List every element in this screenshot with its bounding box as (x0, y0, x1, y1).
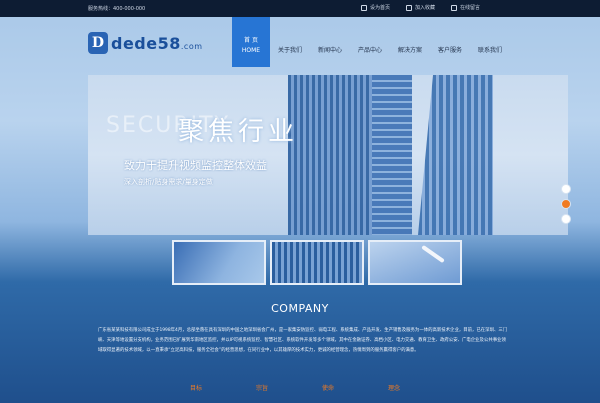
logo-suffix: .com (180, 41, 203, 51)
nav-home-en: HOME (241, 47, 261, 54)
slider-dots (561, 184, 571, 224)
link-concept[interactable]: 理念 (388, 383, 400, 392)
banner-subtitle: 致力于提升视频监控整体效益 (124, 159, 267, 172)
slider-dot[interactable] (561, 184, 571, 194)
building-image (372, 75, 412, 235)
thumbnail-building[interactable] (270, 240, 364, 285)
link-mission[interactable]: 使命 (322, 383, 334, 392)
thumbnail-sky[interactable] (172, 240, 266, 285)
nav-item-products[interactable]: 产品中心 (350, 17, 390, 67)
nav-item-solutions[interactable]: 解决方案 (390, 17, 430, 67)
link-purpose[interactable]: 宗旨 (256, 383, 268, 392)
add-favorite-label: 加入收藏 (414, 5, 435, 11)
nav-item-home[interactable]: 首 页 HOME (232, 17, 270, 67)
header: D dede58.com 首 页 HOME 关于我们 新闻中心 产品中心 解决方… (0, 17, 600, 67)
nav-item-news[interactable]: 新闻中心 (310, 17, 350, 67)
nav-item-contact[interactable]: 联系我们 (470, 17, 510, 67)
online-message-label: 在线留言 (459, 5, 480, 11)
online-message-link[interactable]: 在线留言 (450, 4, 480, 11)
building-image (288, 75, 372, 235)
nav-item-service[interactable]: 客户服务 (430, 17, 470, 67)
bookmark-icon (405, 4, 412, 11)
hotline-text: 服务热线：400-000-000 (88, 6, 146, 12)
banner-subtitle-2: 深入剖析/贴身需求/量身定做 (124, 178, 213, 186)
top-links: 设为首页 加入收藏 在线留言 (360, 4, 480, 11)
hero-banner[interactable]: SECURITY 聚焦行业 致力于提升视频监控整体效益 深入剖析/贴身需求/量身… (88, 75, 568, 235)
company-intro: 广东省某某科技有限公司成立于1998年4月，总部坐落在具有深圳的中国之地深圳省会… (98, 328, 508, 353)
nav-home-label: 首 页 (244, 37, 258, 44)
logo[interactable]: D dede58.com (88, 32, 203, 54)
thumbnail-strip (172, 240, 462, 285)
logo-text: dede58.com (111, 34, 203, 53)
slider-dot[interactable] (561, 214, 571, 224)
bottom-links: 目标 宗旨 使命 理念 (190, 383, 400, 392)
home-icon (360, 4, 367, 11)
slider-dot-active[interactable] (561, 199, 571, 209)
logo-mark: D (88, 32, 108, 54)
link-goal[interactable]: 目标 (190, 383, 202, 392)
top-bar: 服务热线：400-000-000 设为首页 加入收藏 在线留言 (0, 0, 600, 17)
nav-item-about[interactable]: 关于我们 (270, 17, 310, 67)
set-homepage-label: 设为首页 (369, 5, 390, 11)
add-favorite-link[interactable]: 加入收藏 (405, 4, 435, 11)
banner-title: 聚焦行业 (178, 117, 299, 147)
thumbnail-plane[interactable] (368, 240, 462, 285)
logo-name: dede58 (111, 33, 181, 53)
building-image (418, 75, 493, 235)
main-nav: 首 页 HOME 关于我们 新闻中心 产品中心 解决方案 客户服务 联系我们 (232, 17, 510, 67)
company-title: COMPANY (271, 302, 329, 315)
message-icon (450, 4, 457, 11)
set-homepage-link[interactable]: 设为首页 (360, 4, 390, 11)
